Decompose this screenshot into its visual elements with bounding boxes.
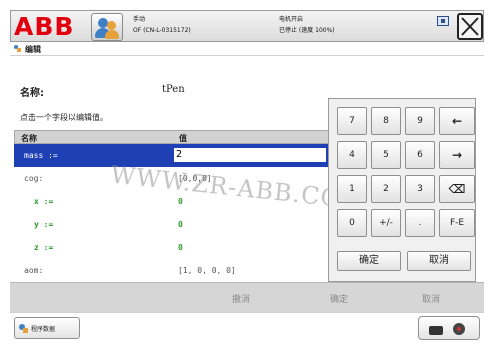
keypad-cancel-button[interactable]: 取消 bbox=[407, 251, 471, 271]
close-icon bbox=[461, 17, 479, 36]
key-7[interactable]: 7 bbox=[337, 107, 367, 135]
table-header: 名称 值 bbox=[14, 130, 332, 144]
column-header-name: 名称 bbox=[21, 134, 37, 143]
row-name: y := bbox=[34, 220, 54, 229]
right-arrow-key[interactable]: → bbox=[439, 141, 475, 169]
key-6[interactable]: 6 bbox=[405, 141, 435, 169]
row-value: 0 bbox=[178, 197, 183, 206]
key-0[interactable]: 0 bbox=[337, 209, 367, 237]
row-name: cog: bbox=[24, 174, 44, 183]
value-input[interactable]: 2 bbox=[172, 146, 328, 164]
action-bar: 撤消 确定 取消 bbox=[10, 282, 484, 312]
row-value: 0 bbox=[178, 243, 183, 252]
status-bar: ABB 手动 OF (CN-L-0315172) 电机开启 已停止 (速度 10… bbox=[10, 10, 484, 42]
numeric-keypad: 7 8 9 ← 4 5 6 → 1 2 3 ⌫ 0 +/- . F-E 确定 取… bbox=[328, 98, 476, 282]
taskbar-program-data[interactable]: 程序数据 bbox=[14, 317, 80, 339]
row-name: mass := bbox=[24, 151, 58, 160]
row-name: z := bbox=[34, 243, 54, 252]
status-mode: 手动 bbox=[133, 16, 146, 23]
key-5[interactable]: 5 bbox=[371, 141, 401, 169]
name-label: 名称: bbox=[20, 88, 44, 99]
undo-button[interactable]: 撤消 bbox=[232, 292, 250, 305]
quickset-button[interactable] bbox=[418, 316, 480, 340]
taskbar: 程序数据 bbox=[10, 312, 484, 342]
confirm-button[interactable]: 确定 bbox=[330, 292, 348, 305]
status-motor: 电机开启 bbox=[279, 16, 304, 23]
close-button[interactable] bbox=[457, 13, 483, 40]
row-value: 0 bbox=[178, 220, 183, 229]
table-row[interactable]: cog: [0,0,0] bbox=[14, 167, 332, 190]
window-switch-icon[interactable] bbox=[437, 16, 449, 26]
value-table: 名称 值 mass := 2 cog: [0,0,0] x := 0 y := … bbox=[14, 130, 332, 282]
key-9[interactable]: 9 bbox=[405, 107, 435, 135]
program-data-icon bbox=[19, 324, 28, 333]
key-1[interactable]: 1 bbox=[337, 175, 367, 203]
window-title-bar: 编辑 bbox=[10, 42, 484, 56]
table-row[interactable]: mass := 2 bbox=[14, 144, 332, 167]
keypad-ok-button[interactable]: 确定 bbox=[337, 251, 401, 271]
key-3[interactable]: 3 bbox=[405, 175, 435, 203]
abb-logo[interactable]: ABB bbox=[14, 14, 84, 40]
taskbar-program-data-label: 程序数据 bbox=[31, 326, 56, 333]
sign-toggle-key[interactable]: +/- bbox=[371, 209, 401, 237]
row-value: [1, 0, 0, 0] bbox=[178, 266, 236, 275]
cancel-button[interactable]: 取消 bbox=[422, 292, 440, 305]
edit-icon bbox=[14, 45, 21, 52]
left-arrow-key[interactable]: ← bbox=[439, 107, 475, 135]
table-row[interactable]: z := 0 bbox=[14, 236, 332, 259]
table-row[interactable]: x := 0 bbox=[14, 190, 332, 213]
row-value: [0,0,0] bbox=[178, 174, 212, 183]
table-row[interactable]: aom: [1, 0, 0, 0] bbox=[14, 259, 332, 282]
window-title: 编辑 bbox=[25, 45, 41, 54]
row-name: aom: bbox=[24, 266, 44, 275]
name-value: tPen bbox=[162, 84, 185, 95]
decimal-key[interactable]: . bbox=[405, 209, 435, 237]
key-4[interactable]: 4 bbox=[337, 141, 367, 169]
status-run-state: 已停止 (速度 100%) bbox=[279, 27, 335, 34]
column-header-value: 值 bbox=[179, 134, 187, 143]
exponent-key[interactable]: F-E bbox=[439, 209, 475, 237]
user-icon[interactable] bbox=[91, 13, 123, 41]
status-controller: OF (CN-L-0315172) bbox=[133, 27, 191, 34]
status-motor-block: 电机开启 已停止 (速度 100%) bbox=[279, 14, 335, 36]
table-row[interactable]: y := 0 bbox=[14, 213, 332, 236]
backspace-key[interactable]: ⌫ bbox=[439, 175, 475, 203]
key-2[interactable]: 2 bbox=[371, 175, 401, 203]
row-name: x := bbox=[34, 197, 54, 206]
status-mode-block: 手动 OF (CN-L-0315172) bbox=[133, 14, 191, 36]
edit-hint: 点击一个字段以编辑值。 bbox=[20, 113, 108, 122]
key-8[interactable]: 8 bbox=[371, 107, 401, 135]
quickset-icon bbox=[429, 323, 465, 335]
